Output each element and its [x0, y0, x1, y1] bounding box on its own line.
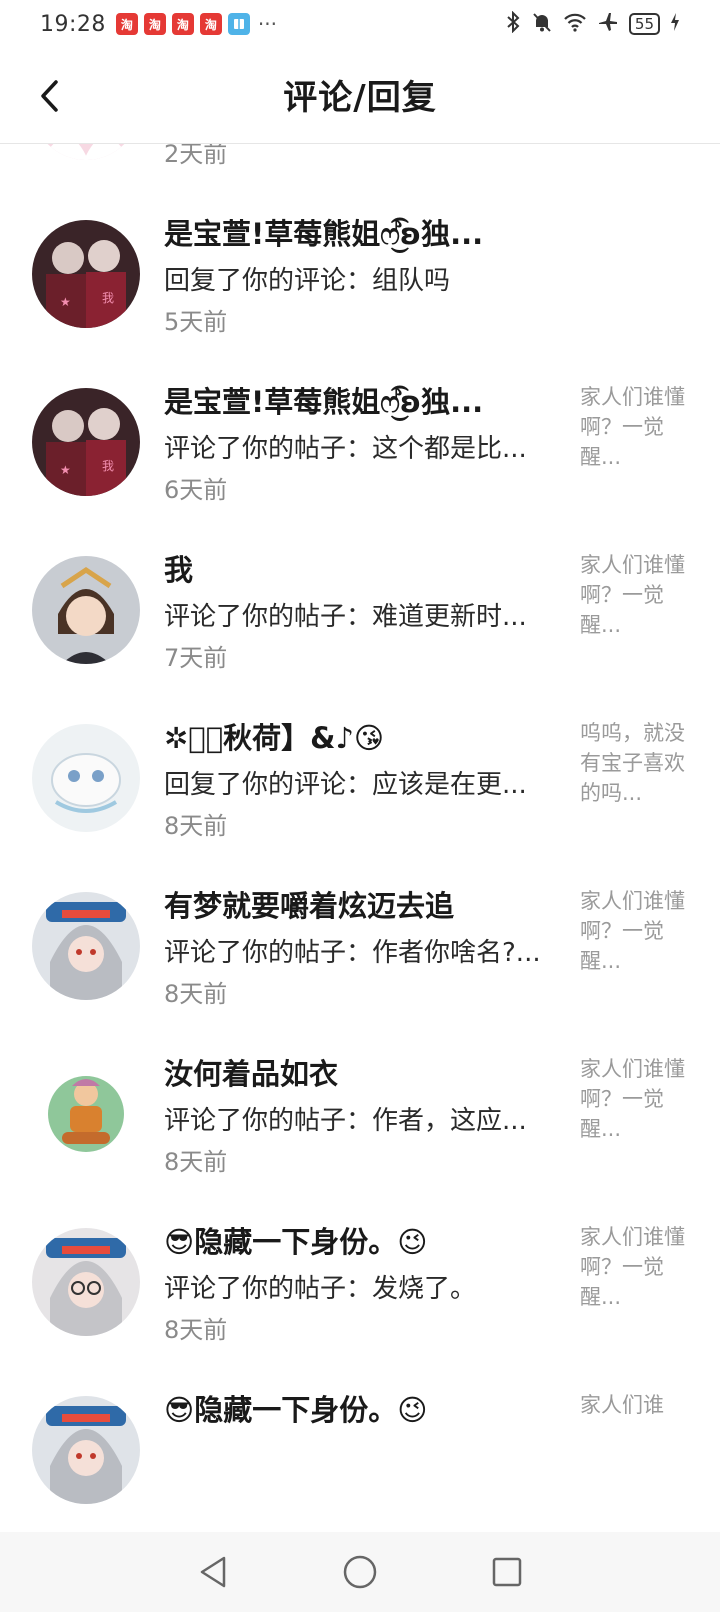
taobao-app-icon: 淘	[199, 13, 222, 35]
svg-text:★: ★	[60, 463, 71, 477]
notification-body: 是宝萱!草莓熊姐ෆ්͜͡ʚ独... 回复了你的评论：组队吗 5天前	[164, 214, 564, 338]
post-excerpt[interactable]: 家人们谁	[580, 1390, 692, 1420]
notification-list-inner: 每一个都是草莓花回复了你的评论：啊，不是2天前呜呜，就没有宝子喜欢的吗...★我…	[0, 144, 720, 1528]
notification-item[interactable]: ★ 我是宝萱!草莓熊姐ෆ්͜͡ʚ独... 评论了你的帖子：这个都是比... 6天前 家人…	[0, 352, 720, 520]
avatar[interactable]	[32, 1060, 140, 1168]
triangle-back-icon	[201, 1556, 226, 1588]
avatar[interactable]	[32, 892, 140, 1000]
more-notifications-icon: ···	[257, 12, 277, 36]
notification-text: 评论了你的帖子：作者你啥名?...	[164, 938, 541, 968]
system-recents-button[interactable]	[477, 1542, 537, 1602]
status-right: 55	[505, 10, 680, 38]
post-excerpt[interactable]: 家人们谁懂啊？一觉醒...	[580, 550, 692, 640]
post-excerpt[interactable]: 家人们谁懂啊？一觉醒...	[580, 1054, 692, 1144]
avatar[interactable]	[32, 556, 140, 664]
system-back-button[interactable]	[183, 1542, 243, 1602]
user-name[interactable]: 我	[164, 550, 564, 590]
notification-body: 有梦就要嚼着炫迈去追评论了你的帖子：作者你啥名?... 8天前	[164, 886, 564, 1010]
user-name[interactable]: 是宝萱!草莓熊姐ෆ්͜͡ʚ独...	[164, 214, 564, 254]
avatar[interactable]	[32, 1396, 140, 1504]
charging-icon	[670, 12, 680, 37]
timestamp: 8天前	[164, 980, 228, 1008]
header-bar: 评论/回复	[0, 48, 720, 144]
user-name[interactable]: ✲ﾟ【秋荷】&♪😘	[164, 718, 564, 758]
timestamp	[164, 1482, 564, 1514]
notification-item[interactable]: 我评论了你的帖子：难道更新时... 7天前 家人们谁懂啊？一觉醒...	[0, 520, 720, 688]
notification-item[interactable]: 😎隐藏一下身份。😉 家人们谁	[0, 1360, 720, 1528]
svg-text:★: ★	[60, 295, 71, 309]
svg-text:我: 我	[102, 291, 114, 305]
notification-text: 评论了你的帖子：作者，这应...	[164, 1106, 527, 1136]
notification-text	[164, 1440, 564, 1474]
system-nav-bar	[0, 1532, 720, 1612]
notification-body: ✲ﾟ【秋荷】&♪😘 回复了你的评论：应该是在更... 8天前	[164, 718, 564, 842]
notification-text: 评论了你的帖子：难道更新时...	[164, 602, 527, 632]
notification-text: 回复了你的评论：应该是在更...	[164, 770, 527, 800]
avatar[interactable]	[32, 1228, 140, 1336]
taobao-app-icon: 淘	[143, 13, 166, 35]
avatar[interactable]: ★ 我	[32, 388, 140, 496]
svg-text:我: 我	[102, 459, 114, 473]
notification-list[interactable]: 每一个都是草莓花回复了你的评论：啊，不是2天前呜呜，就没有宝子喜欢的吗...★我…	[0, 144, 720, 1532]
post-excerpt[interactable]: 家人们谁懂啊？一觉醒...	[580, 886, 692, 976]
notification-text: 评论了你的帖子：发烧了。	[164, 1274, 477, 1304]
notification-item[interactable]: ★ 我是宝萱!草莓熊姐ෆ්͜͡ʚ独... 回复了你的评论：组队吗 5天前	[0, 184, 720, 352]
user-name[interactable]: 汝何着品如衣	[164, 1054, 564, 1094]
user-name[interactable]: 是宝萱!草莓熊姐ෆ්͜͡ʚ独...	[164, 382, 564, 422]
bluetooth-icon	[505, 10, 521, 38]
timestamp: 5天前	[164, 308, 228, 336]
notification-body: 汝何着品如衣评论了你的帖子：作者，这应... 8天前	[164, 1054, 564, 1178]
notification-text: 回复了你的评论：组队吗	[164, 266, 451, 296]
taobao-app-icon: 淘	[115, 13, 138, 35]
status-time: 19:28	[40, 11, 106, 37]
user-name[interactable]: 😎隐藏一下身份。😉	[164, 1222, 564, 1262]
notification-text: 评论了你的帖子：这个都是比...	[164, 434, 527, 464]
avatar[interactable]: ★ 我	[32, 220, 140, 328]
notification-item[interactable]: 有梦就要嚼着炫迈去追评论了你的帖子：作者你啥名?... 8天前 家人们谁懂啊？一觉醒…	[0, 856, 720, 1024]
taobao-app-icon: 淘	[171, 13, 194, 35]
book-app-icon	[227, 13, 250, 35]
notification-body: 是宝萱!草莓熊姐ෆ්͜͡ʚ独... 评论了你的帖子：这个都是比... 6天前	[164, 382, 564, 506]
timestamp: 8天前	[164, 1148, 228, 1176]
post-excerpt[interactable]: 呜呜，就没有宝子喜欢的吗...	[580, 718, 692, 808]
notification-body: 😎隐藏一下身份。😉 评论了你的帖子：发烧了。 8天前	[164, 1222, 564, 1346]
post-excerpt[interactable]: 家人们谁懂啊？一觉醒...	[580, 1222, 692, 1312]
timestamp: 8天前	[164, 812, 228, 840]
airplane-icon	[597, 11, 619, 38]
circle-home-icon	[343, 1555, 377, 1589]
battery-indicator: 55	[628, 13, 660, 35]
square-recents-icon	[492, 1557, 521, 1587]
notification-item[interactable]: 每一个都是草莓花回复了你的评论：啊，不是2天前呜呜，就没有宝子喜欢的吗...	[0, 144, 720, 184]
avatar[interactable]	[32, 724, 140, 832]
user-name[interactable]: 😎隐藏一下身份。😉	[164, 1390, 564, 1430]
timestamp: 8天前	[164, 1316, 228, 1344]
status-bar: 19:28 淘 淘 淘 淘 ··· 55	[0, 0, 720, 48]
user-name[interactable]: 有梦就要嚼着炫迈去追	[164, 886, 564, 926]
timestamp: 2天前	[164, 144, 228, 168]
notification-body: 😎隐藏一下身份。😉	[164, 1390, 564, 1514]
notification-body: 我评论了你的帖子：难道更新时... 7天前	[164, 550, 564, 674]
timestamp: 7天前	[164, 644, 228, 672]
wifi-icon	[563, 12, 587, 37]
avatar[interactable]	[32, 144, 140, 160]
timestamp: 6天前	[164, 476, 228, 504]
notification-item[interactable]: 😎隐藏一下身份。😉 评论了你的帖子：发烧了。 8天前 家人们谁懂啊？一觉醒...	[0, 1192, 720, 1360]
system-home-button[interactable]	[330, 1542, 390, 1602]
notification-item[interactable]: ✲ﾟ【秋荷】&♪😘 回复了你的评论：应该是在更... 8天前 呜呜，就没有宝子喜欢的吗…	[0, 688, 720, 856]
status-left: 19:28 淘 淘 淘 淘 ···	[40, 12, 277, 37]
post-excerpt[interactable]: 家人们谁懂啊？一觉醒...	[580, 382, 692, 472]
notification-body: 每一个都是草莓花回复了你的评论：啊，不是2天前	[164, 144, 564, 170]
page-title: 评论/回复	[283, 78, 437, 118]
notification-item[interactable]: 汝何着品如衣评论了你的帖子：作者，这应... 8天前 家人们谁懂啊？一觉醒...	[0, 1024, 720, 1192]
mute-bell-icon	[531, 11, 553, 38]
